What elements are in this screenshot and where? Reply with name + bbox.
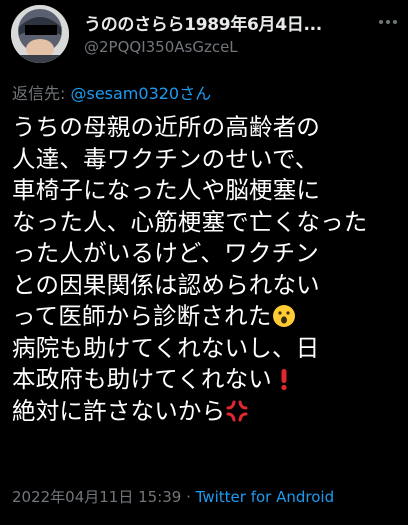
- tweet-body: うちの母親の近所の高齢者の 人達、毒ワクチンのせいで、 車椅子になった人や脳梗塞…: [12, 112, 404, 427]
- red-exclamation-emoji: [281, 369, 287, 391]
- user-handle[interactable]: @2PQQI350AsGzceL: [84, 38, 238, 56]
- meta-separator: ·: [181, 488, 196, 506]
- body-line-text: って医師から診断された: [12, 302, 272, 330]
- name-row: うののさらら1989年6月4日...: [84, 10, 404, 36]
- source-link[interactable]: Twitter for Android: [196, 488, 334, 506]
- avatar-image: [11, 5, 69, 63]
- body-line-with-emoji: 絶対に許さないから: [12, 396, 404, 428]
- more-dots-icon[interactable]: [376, 10, 400, 34]
- surprised-face-emoji: [272, 305, 295, 327]
- body-line: との因果関係は認められない: [12, 270, 320, 299]
- body-line: 車椅子になった人や脳梗塞に: [12, 176, 321, 204]
- body-line: 人達、毒ワクチンのせいで、: [12, 144, 319, 173]
- reply-prefix: 返信先:: [12, 84, 71, 103]
- tweet-meta: 2022年04月11日 15:39 · Twitter for Android: [12, 486, 334, 507]
- body-line-text: 本政府も助けてくれない: [12, 365, 272, 393]
- body-line-with-emoji: 本政府も助けてくれない: [12, 364, 404, 396]
- avatar[interactable]: [11, 5, 69, 63]
- body-line-text: 絶対に許さないから: [12, 396, 226, 425]
- display-name[interactable]: うののさらら1989年6月4日...: [84, 10, 354, 35]
- tweet-header: うののさらら1989年6月4日... @2PQQI350AsGzceL: [0, 0, 408, 80]
- timestamp[interactable]: 2022年04月11日 15:39: [12, 488, 181, 506]
- body-line: った人がいるけど、ワクチン: [12, 239, 319, 267]
- reply-mention-link[interactable]: @sesam0320さん: [70, 84, 211, 103]
- body-line: うちの母親の近所の高齢者の: [12, 113, 321, 141]
- reply-to-row: 返信先: @sesam0320さん: [12, 80, 211, 104]
- body-line: なった人、心筋梗塞で亡くなった: [12, 207, 368, 236]
- body-line: 病院も助けてくれないし、日: [12, 333, 320, 362]
- anger-symbol-emoji: [226, 400, 248, 421]
- body-line-with-emoji: って医師から診断された: [12, 301, 404, 333]
